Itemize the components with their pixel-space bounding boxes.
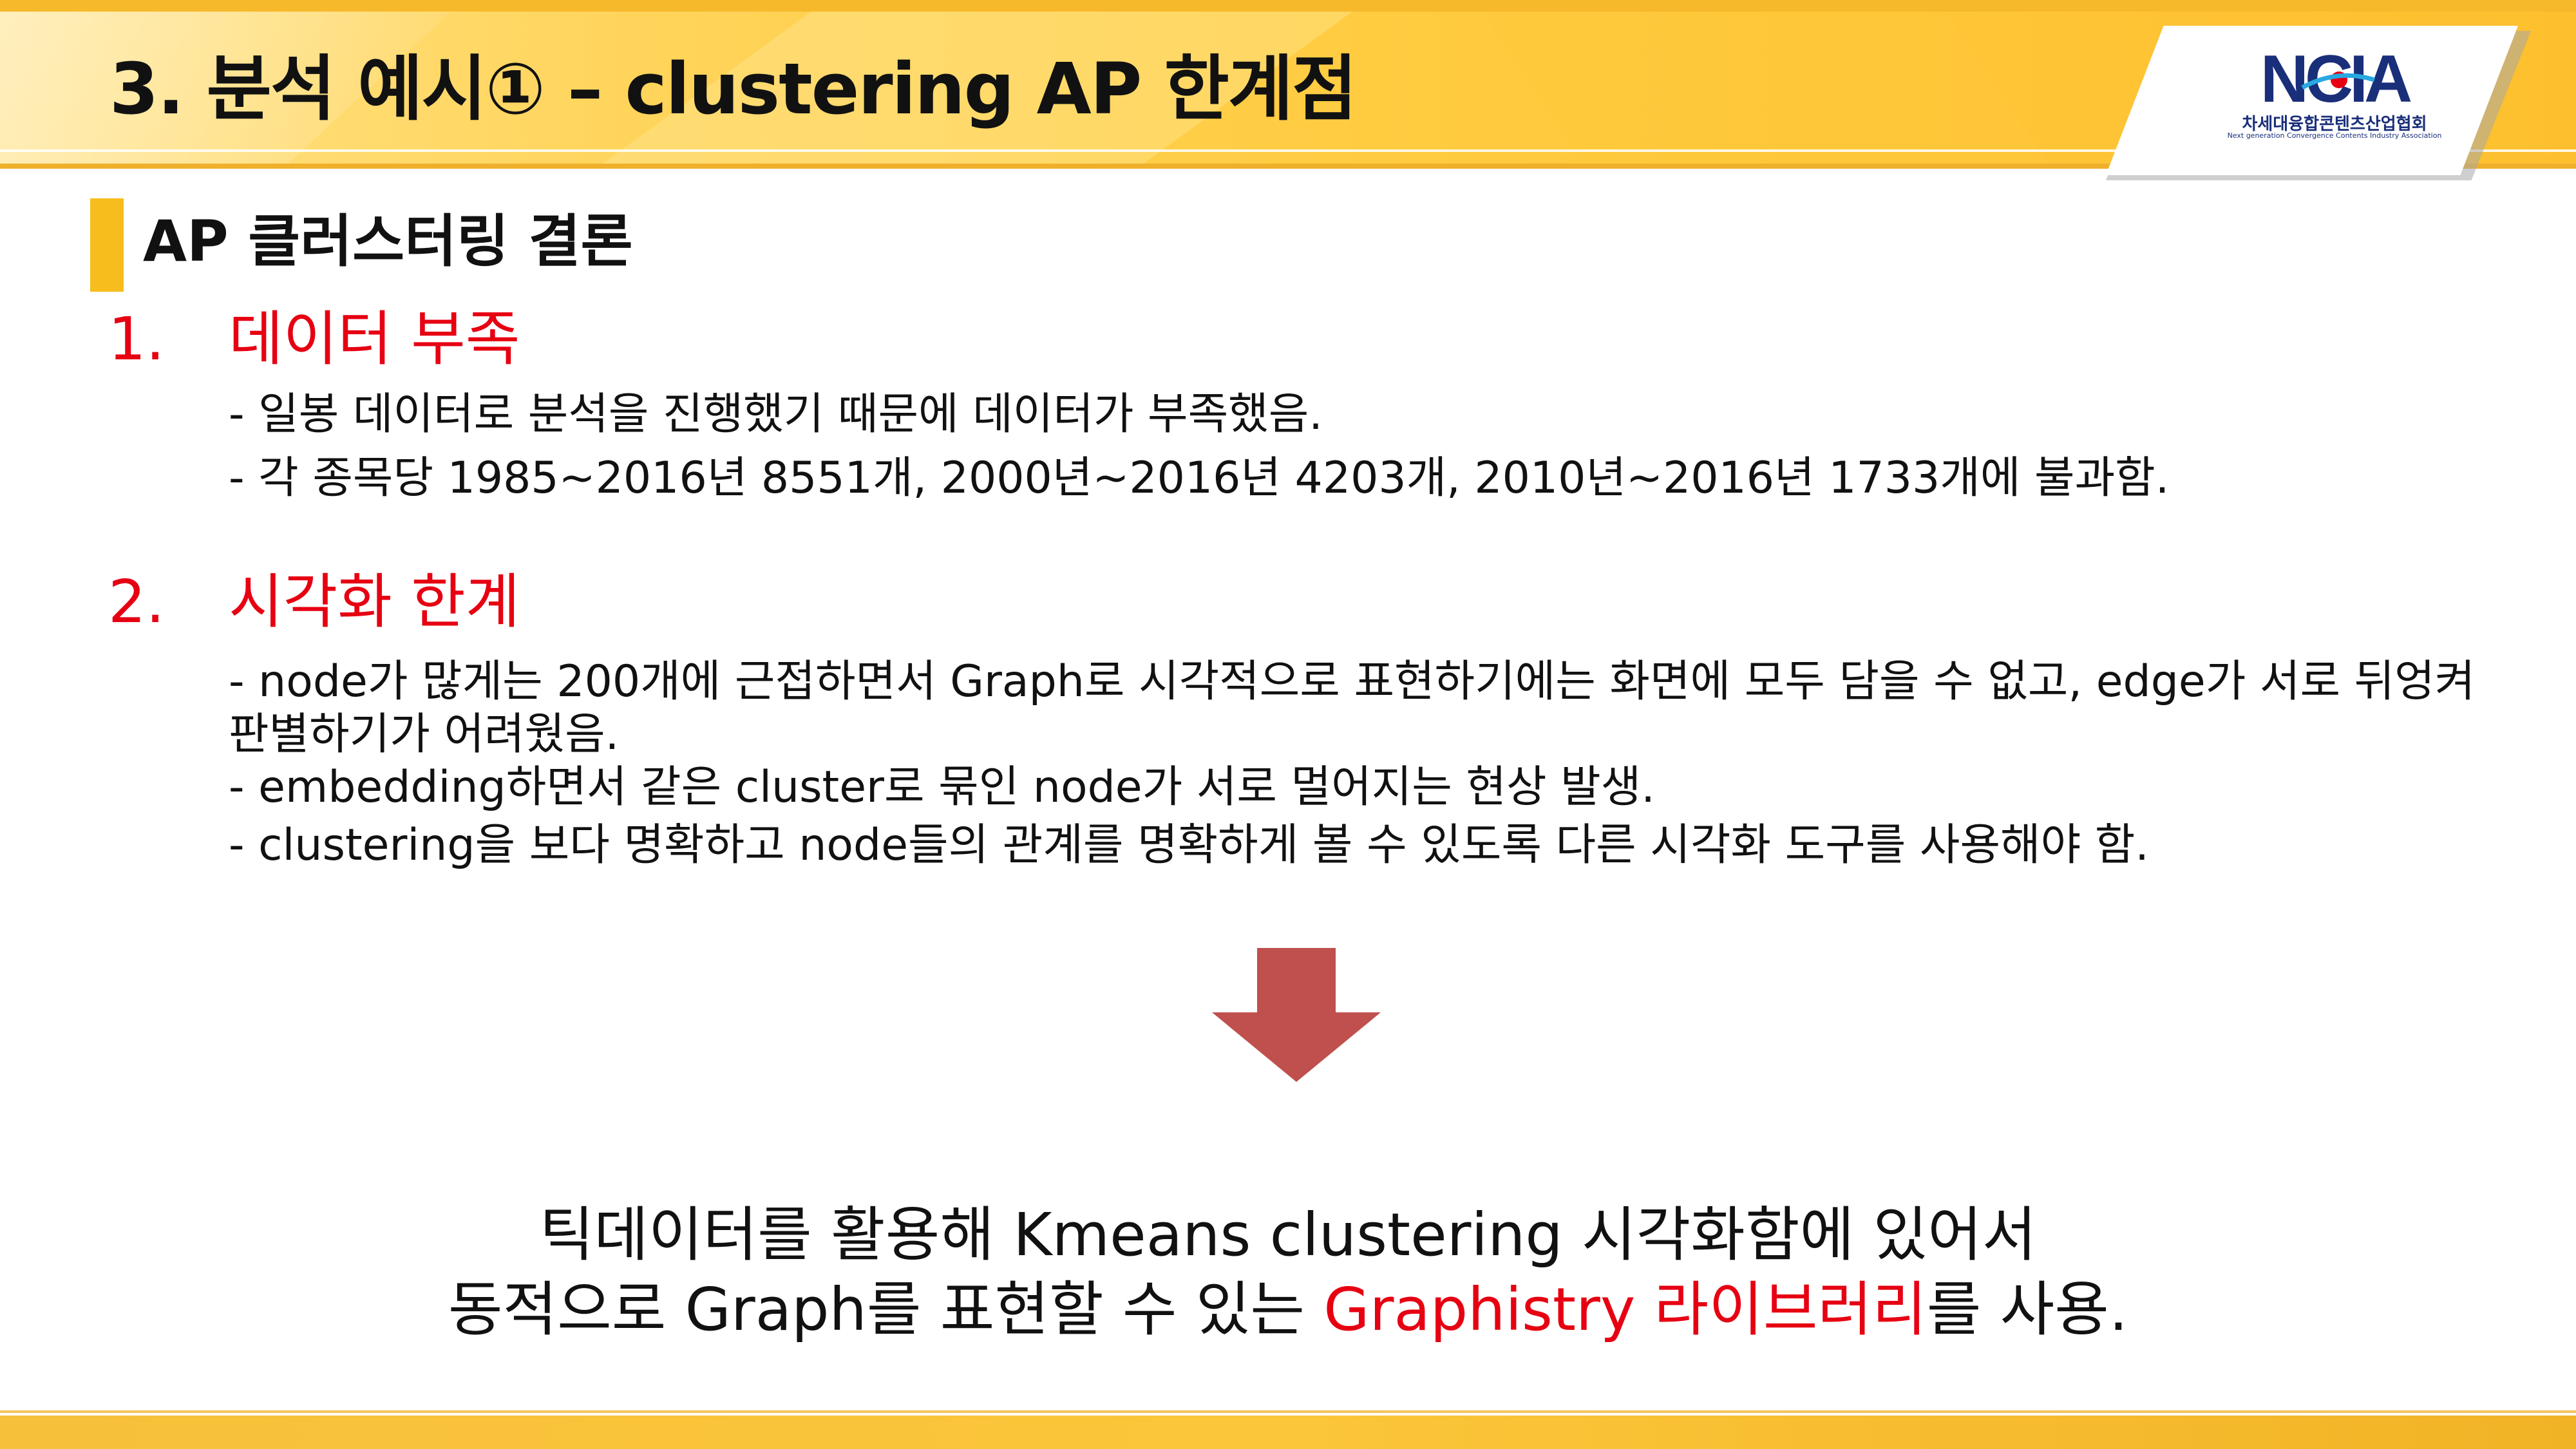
page-title: 3. 분석 예시① – clustering AP 한계점 xyxy=(109,48,1357,130)
section-accent-bar xyxy=(90,198,124,292)
item-1-number: 1. xyxy=(108,305,165,374)
conclusion-highlight: Graphistry 라이브러리 xyxy=(1323,1275,1927,1344)
arrow-down-icon xyxy=(1212,948,1381,1082)
item-1-title: 데이터 부족 xyxy=(229,305,520,374)
conclusion-line-2-prefix: 동적으로 Graph를 표현할 수 있는 xyxy=(448,1275,1324,1344)
item-2-bullet-1: - node가 많게는 200개에 근접하면서 Graph로 시각적으로 표현하… xyxy=(229,656,2476,760)
item-2-bullet-2: - embedding하면서 같은 cluster로 묶인 node가 서로 멀… xyxy=(229,762,1655,813)
conclusion-line-2-suffix: 를 사용. xyxy=(1926,1275,2128,1344)
section-title: AP 클러스터링 결론 xyxy=(143,208,633,274)
item-2-title: 시각화 한계 xyxy=(229,567,520,636)
logo-english-name: Next generation Convergence Contents Ind… xyxy=(2227,131,2442,140)
footer-line xyxy=(0,1410,2576,1413)
conclusion-line-1: 틱데이터를 활용해 Kmeans clustering 시각화함에 있어서 xyxy=(539,1200,2037,1269)
footer-band xyxy=(0,1416,2576,1449)
item-2-bullet-3: - clustering을 보다 명확하고 node들의 관계를 명확하게 볼 … xyxy=(229,820,2149,871)
conclusion: 틱데이터를 활용해 Kmeans clustering 시각화함에 있어서 동적… xyxy=(0,1198,2576,1347)
item-1-bullet-2: - 각 종목당 1985~2016년 8551개, 2000년~2016년 42… xyxy=(229,453,2170,504)
conclusion-line-2: 동적으로 Graph를 표현할 수 있는 Graphistry 라이브러리를 사… xyxy=(0,1273,2576,1347)
item-2-number: 2. xyxy=(108,567,165,636)
item-1-bullet-1: - 일봉 데이터로 분석을 진행했기 때문에 데이터가 부족했음. xyxy=(229,389,1323,440)
header-decoration xyxy=(1481,12,2061,164)
ncia-logo: NCIA xyxy=(2260,50,2415,108)
